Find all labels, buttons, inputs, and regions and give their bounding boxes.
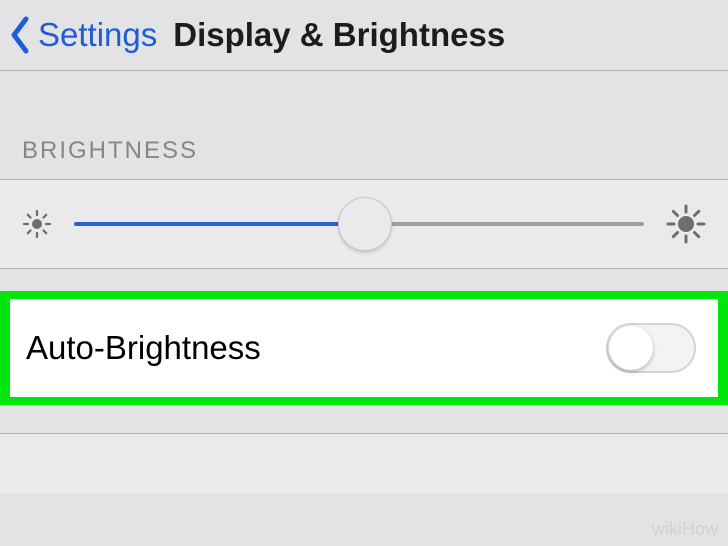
watermark: wikiHow	[652, 519, 718, 540]
section-header-brightness: BRIGHTNESS	[0, 125, 728, 179]
toggle-knob	[609, 326, 653, 370]
back-button[interactable]: Settings	[38, 16, 157, 54]
auto-brightness-row: Auto-Brightness	[10, 299, 718, 397]
brightness-slider-row	[0, 179, 728, 269]
chevron-left-icon[interactable]	[8, 16, 30, 54]
brightness-slider[interactable]	[74, 222, 644, 226]
auto-brightness-toggle[interactable]	[606, 323, 696, 373]
highlighted-row: Auto-Brightness	[0, 291, 728, 405]
slider-thumb[interactable]	[338, 197, 392, 251]
brightness-low-icon	[22, 209, 52, 239]
brightness-high-icon	[666, 204, 706, 244]
page-title: Display & Brightness	[173, 16, 505, 54]
next-row	[0, 433, 728, 493]
auto-brightness-label: Auto-Brightness	[26, 329, 261, 367]
nav-header: Settings Display & Brightness	[0, 0, 728, 71]
spacer	[0, 71, 728, 125]
